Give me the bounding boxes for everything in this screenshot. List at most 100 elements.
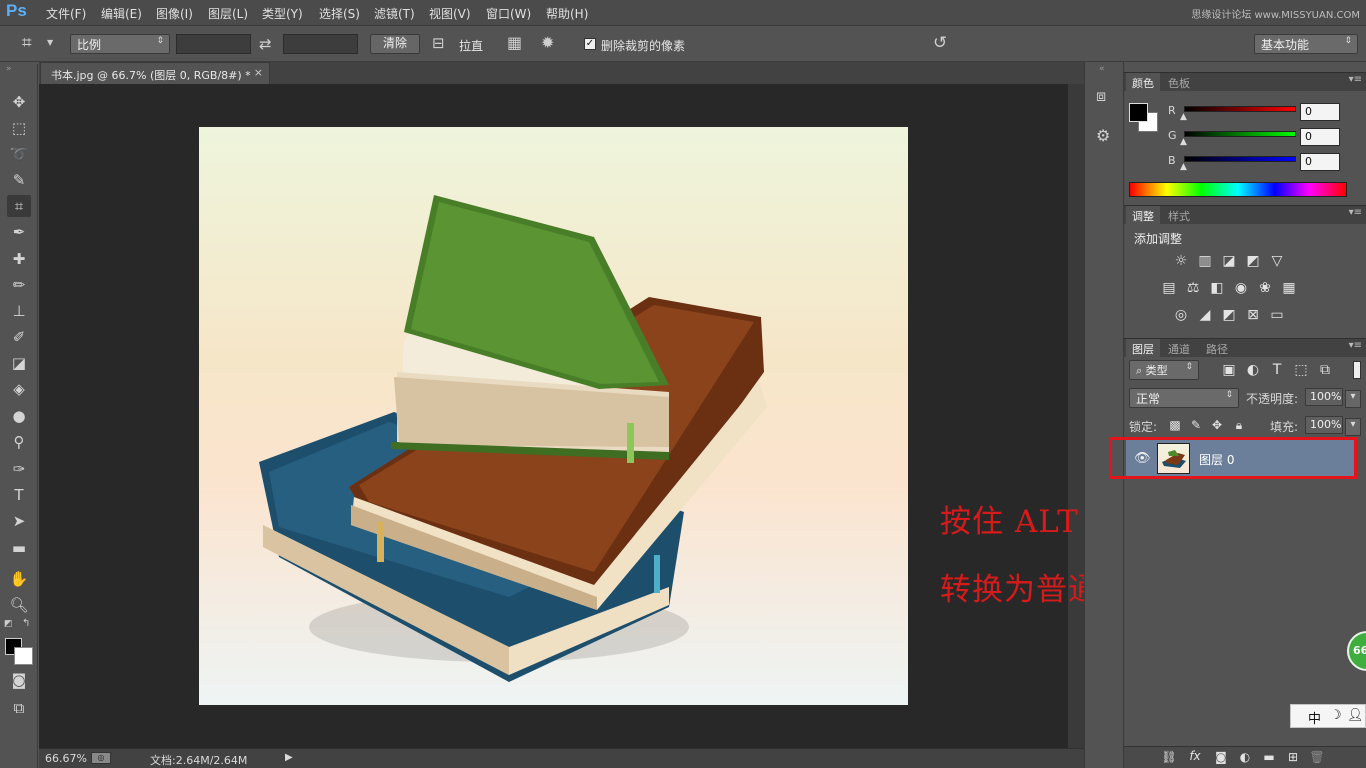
hand-tool-icon[interactable]: ✋ [7, 568, 31, 590]
r-slider[interactable] [1184, 106, 1296, 112]
marquee-tool-icon[interactable]: ⬚ [7, 117, 31, 139]
menu-help[interactable]: 帮助(H) [546, 5, 588, 22]
move-tool-icon[interactable]: ✥ [7, 91, 31, 113]
quick-select-tool-icon[interactable]: ✎ [7, 169, 31, 191]
filter-toggle[interactable] [1353, 361, 1361, 379]
dodge-tool-icon[interactable]: ⚲ [7, 431, 31, 453]
zoom-tool-icon[interactable]: 🔍︎ [7, 594, 31, 616]
new-group-icon[interactable]: ▬ [1260, 751, 1278, 763]
invert-icon[interactable]: ◎ [1172, 308, 1190, 322]
swap-colors-icon[interactable]: ↰ [22, 618, 30, 629]
ime-toolbar[interactable]: 中 ☽ 👤︎ [1290, 704, 1366, 728]
lock-all-icon[interactable]: 🔒︎ [1230, 419, 1248, 431]
g-value-field[interactable]: 0 [1300, 128, 1340, 146]
clone-stamp-tool-icon[interactable]: ⊥ [7, 300, 31, 322]
paint-bucket-tool-icon[interactable]: ◈ [7, 378, 31, 400]
menu-file[interactable]: 文件(F) [46, 5, 86, 22]
straighten-icon[interactable]: ⊟ [432, 36, 445, 51]
dock-collapse-icon[interactable]: « [1099, 64, 1105, 74]
grid-overlay-icon[interactable]: ▦ [507, 35, 522, 51]
fill-dropdown-icon[interactable]: ▾ [1345, 418, 1361, 436]
tab-adjustments[interactable]: 调整 [1126, 206, 1160, 224]
crop-tool-icon[interactable]: ⌗ [7, 195, 31, 217]
blend-mode-select[interactable]: 正常 ⇕ [1129, 388, 1239, 408]
delete-cropped-checkbox[interactable]: ✓ [584, 38, 596, 50]
color-spectrum-ramp[interactable] [1129, 182, 1347, 197]
exposure-icon[interactable]: ◩ [1244, 254, 1262, 268]
vertical-scrollbar[interactable] [1068, 84, 1084, 748]
default-colors-icon[interactable]: ◩ [4, 619, 13, 629]
new-layer-icon[interactable]: ⊞ [1284, 751, 1302, 763]
tool-preset-caret-icon[interactable]: ▼ [47, 39, 53, 47]
panel-menu-icon[interactable]: ▾≡ [1349, 207, 1362, 218]
menu-type[interactable]: 类型(Y) [262, 5, 303, 22]
layer-filter-select[interactable]: ⌕ 类型 ⇕ [1129, 360, 1199, 380]
tab-styles[interactable]: 样式 [1162, 206, 1196, 224]
quick-mask-icon[interactable]: ◙ [7, 669, 31, 691]
menu-edit[interactable]: 编辑(E) [101, 5, 142, 22]
vibrance-icon[interactable]: ▽ [1268, 254, 1286, 268]
lock-transparent-icon[interactable]: ▩ [1166, 419, 1184, 431]
photo-filter-icon[interactable]: ◉ [1232, 281, 1250, 295]
hue-saturation-icon[interactable]: ▤ [1160, 281, 1178, 295]
rectangle-tool-icon[interactable]: ▬ [7, 537, 31, 559]
levels-icon[interactable]: ▥ [1196, 254, 1214, 268]
curves-icon[interactable]: ◪ [1220, 254, 1238, 268]
blur-tool-icon[interactable]: ● [7, 405, 31, 427]
slider-handle-icon[interactable]: ▲ [1180, 112, 1187, 122]
lasso-tool-icon[interactable]: ➰ [7, 143, 31, 165]
slider-handle-icon[interactable]: ▲ [1180, 137, 1187, 147]
menu-filter[interactable]: 滤镜(T) [374, 5, 415, 22]
filter-shape-icon[interactable]: ⬚ [1292, 363, 1310, 377]
document-tab[interactable]: 书本.jpg @ 66.7% (图层 0, RGB/8#) * × [40, 62, 270, 84]
brush-tool-icon[interactable]: ✏ [7, 274, 31, 296]
posterize-icon[interactable]: ◢ [1196, 308, 1214, 322]
black-white-icon[interactable]: ◧ [1208, 281, 1226, 295]
pen-tool-icon[interactable]: ✑ [7, 458, 31, 480]
panel-menu-icon[interactable]: ▾≡ [1349, 74, 1362, 85]
zoom-level[interactable]: 66.67% [45, 752, 87, 765]
new-adjustment-icon[interactable]: ◐ [1236, 751, 1254, 763]
panel-menu-icon[interactable]: ▾≡ [1349, 340, 1362, 351]
filter-pixel-icon[interactable]: ▣ [1220, 363, 1238, 377]
crop-ratio-select[interactable]: 比例 ⇕ [70, 34, 170, 54]
tab-layers[interactable]: 图层 [1126, 339, 1160, 357]
reset-icon[interactable]: ↺ [933, 35, 947, 52]
clear-button[interactable]: 清除 [370, 34, 420, 54]
filter-type-icon[interactable]: T [1268, 363, 1286, 377]
tab-color[interactable]: 颜色 [1126, 73, 1160, 91]
filter-adjustment-icon[interactable]: ◐ [1244, 363, 1262, 377]
menu-window[interactable]: 窗口(W) [486, 5, 531, 22]
status-menu-arrow-icon[interactable]: ▶ [285, 752, 293, 763]
color-lookup-icon[interactable]: ▦ [1280, 281, 1298, 295]
lock-position-icon[interactable]: ✥ [1208, 419, 1226, 431]
slider-handle-icon[interactable]: ▲ [1180, 162, 1187, 172]
g-slider[interactable] [1184, 131, 1296, 137]
crop-tool-icon[interactable]: ⌗ [22, 35, 32, 52]
tab-paths[interactable]: 路径 [1200, 339, 1234, 357]
gradient-map-icon[interactable]: ▭ [1268, 308, 1286, 322]
crop-width-field[interactable] [176, 34, 251, 54]
fx-icon[interactable]: fx [1186, 750, 1204, 762]
opacity-field[interactable]: 100% [1305, 388, 1343, 406]
r-value-field[interactable]: 0 [1300, 103, 1340, 121]
screen-mode-icon[interactable]: ⧉ [7, 697, 31, 719]
swap-icon[interactable]: ⇄ [259, 37, 272, 52]
properties-panel-icon[interactable]: ⚙ [1096, 126, 1110, 145]
b-value-field[interactable]: 0 [1300, 153, 1340, 171]
eraser-tool-icon[interactable]: ◪ [7, 352, 31, 374]
threshold-icon[interactable]: ◩ [1220, 308, 1238, 322]
close-icon[interactable]: × [254, 66, 263, 79]
link-layers-icon[interactable]: ⛓ [1160, 751, 1178, 763]
document-canvas[interactable] [199, 127, 908, 705]
background-color-swatch[interactable] [14, 647, 33, 665]
add-mask-icon[interactable]: ◙ [1212, 751, 1230, 763]
type-tool-icon[interactable]: T [7, 484, 31, 506]
menu-select[interactable]: 选择(S) [319, 5, 360, 22]
crop-height-field[interactable] [283, 34, 358, 54]
lock-image-icon[interactable]: ✎ [1187, 419, 1205, 431]
tab-swatches[interactable]: 色板 [1162, 73, 1196, 91]
filter-smart-object-icon[interactable]: ⧉ [1316, 363, 1334, 377]
tab-channels[interactable]: 通道 [1162, 339, 1196, 357]
path-select-tool-icon[interactable]: ➤ [7, 510, 31, 532]
